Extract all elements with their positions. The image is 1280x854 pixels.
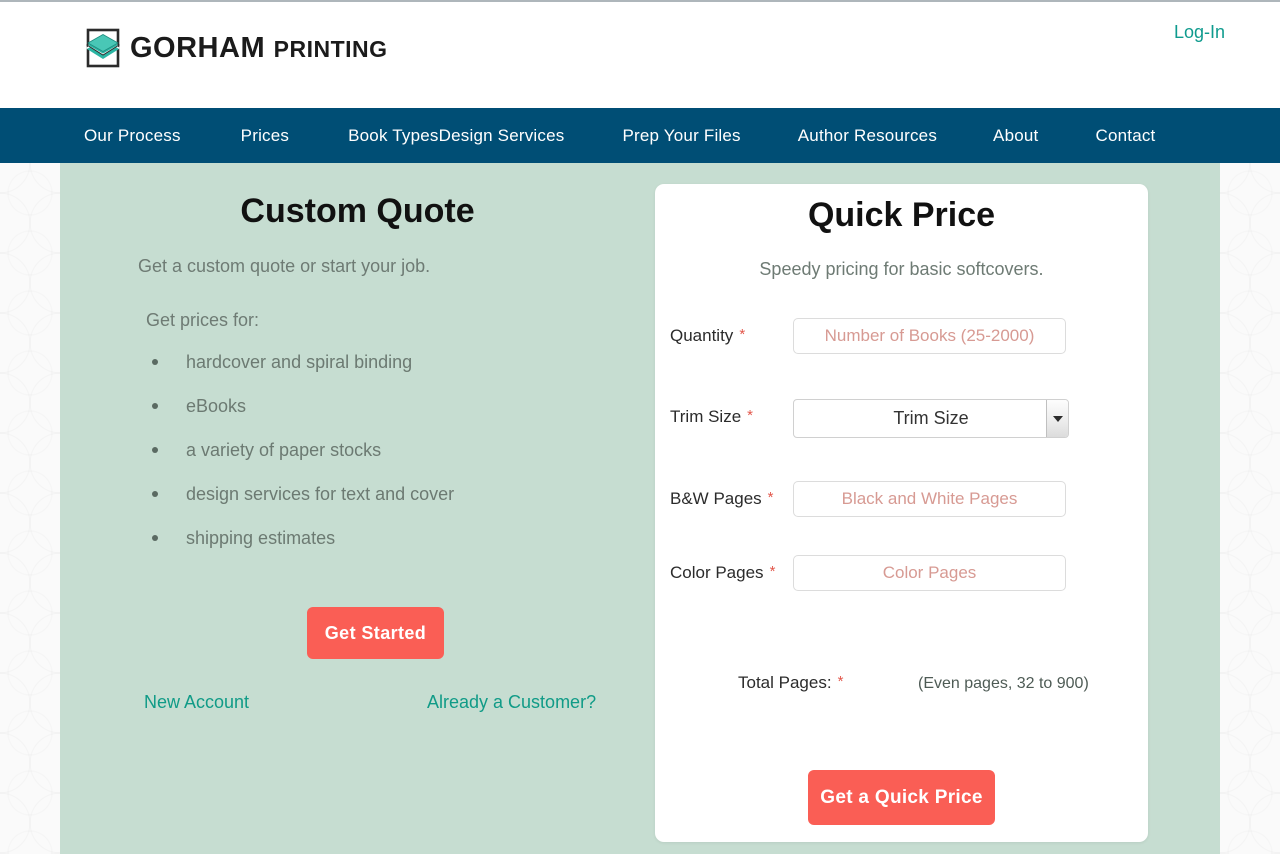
list-item-label: design services for text and cover bbox=[186, 484, 455, 504]
required-asterisk-icon: * bbox=[747, 407, 753, 424]
quick-price-subtitle: Speedy pricing for basic softcovers. bbox=[759, 259, 1044, 279]
nav-item-design-services[interactable]: Design Services bbox=[439, 126, 565, 146]
nav-item-our-process[interactable]: Our Process bbox=[84, 126, 181, 146]
list-item: a variety of paper stocks bbox=[146, 439, 454, 483]
background-pattern-left bbox=[0, 163, 60, 854]
list-item-label: shipping estimates bbox=[186, 528, 336, 548]
required-asterisk-icon: * bbox=[767, 489, 774, 506]
list-item: design services for text and cover bbox=[146, 483, 454, 527]
content-area: Custom Quote Get a custom quote or start… bbox=[60, 163, 1220, 854]
nav-item-about[interactable]: About bbox=[993, 126, 1038, 146]
required-asterisk-icon: * bbox=[739, 326, 746, 343]
get-prices-for-label: Get prices for: bbox=[146, 310, 260, 330]
quick-price-card: Quick Price Speedy pricing for basic sof… bbox=[655, 184, 1148, 842]
background-pattern-right bbox=[1220, 163, 1280, 854]
quantity-input[interactable] bbox=[793, 318, 1066, 354]
bullet-icon bbox=[152, 535, 158, 541]
list-item: eBooks bbox=[146, 395, 454, 439]
page-root: GORHAM PRINTING Log-In Our Process Price… bbox=[0, 0, 1280, 854]
list-item-label: hardcover and spiral binding bbox=[186, 352, 413, 372]
trim-size-select[interactable]: Trim Size bbox=[793, 399, 1069, 438]
required-asterisk-icon: * bbox=[769, 563, 776, 580]
caret-shape bbox=[1052, 415, 1063, 422]
custom-quote-subtitle: Get a custom quote or start your job. bbox=[138, 256, 431, 276]
custom-quote-title: Custom Quote bbox=[240, 192, 475, 230]
site-logo[interactable]: GORHAM PRINTING bbox=[84, 28, 388, 68]
bullet-icon bbox=[152, 447, 158, 453]
nav-item-author-resources[interactable]: Author Resources bbox=[798, 126, 937, 146]
logo-word-printing: PRINTING bbox=[273, 35, 388, 62]
total-pages-row: Total Pages: * (Even pages, 32 to 900) bbox=[655, 669, 1148, 699]
trim-size-row: Trim Size * Trim Size bbox=[655, 399, 1148, 439]
required-asterisk-icon: * bbox=[837, 673, 844, 690]
logo-wordmark: GORHAM PRINTING bbox=[130, 31, 388, 64]
trim-size-label: Trim Size * bbox=[670, 407, 753, 426]
color-pages-label: Color Pages * bbox=[670, 563, 776, 582]
total-pages-hint: (Even pages, 32 to 900) bbox=[918, 675, 1089, 692]
features-list: hardcover and spiral binding eBooks a va… bbox=[146, 351, 454, 571]
bw-pages-row: B&W Pages * bbox=[655, 481, 1148, 521]
color-pages-input[interactable] bbox=[793, 555, 1066, 591]
bullet-icon bbox=[152, 359, 158, 365]
get-a-quick-price-button[interactable]: Get a Quick Price bbox=[808, 770, 995, 825]
quick-price-title: Quick Price bbox=[807, 196, 996, 234]
nav-items-container: Our Process Prices Book Types Design Ser… bbox=[84, 126, 1155, 146]
chevron-down-icon[interactable] bbox=[1046, 400, 1068, 437]
login-link[interactable]: Log-In bbox=[1174, 22, 1225, 43]
list-item-label: eBooks bbox=[186, 396, 247, 416]
nav-item-prep-your-files[interactable]: Prep Your Files bbox=[622, 126, 740, 146]
bw-pages-input[interactable] bbox=[793, 481, 1066, 517]
main-navigation: Our Process Prices Book Types Design Ser… bbox=[0, 108, 1280, 163]
color-pages-row: Color Pages * bbox=[655, 555, 1148, 595]
trim-size-select-wrapper: Trim Size bbox=[793, 399, 1069, 438]
custom-quote-section: Custom Quote Get a custom quote or start… bbox=[60, 163, 655, 854]
list-item-label: a variety of paper stocks bbox=[186, 440, 382, 460]
list-item: shipping estimates bbox=[146, 527, 454, 571]
book-stack-icon bbox=[84, 28, 122, 68]
bullet-icon bbox=[152, 491, 158, 497]
total-pages-label: Total Pages: * bbox=[738, 673, 844, 692]
get-started-button[interactable]: Get Started bbox=[307, 607, 444, 659]
site-header: GORHAM PRINTING Log-In bbox=[0, 2, 1280, 108]
bullet-icon bbox=[152, 403, 158, 409]
nav-item-prices[interactable]: Prices bbox=[241, 126, 289, 146]
nav-item-book-types[interactable]: Book Types bbox=[348, 126, 439, 146]
bw-pages-label: B&W Pages * bbox=[670, 489, 774, 508]
list-item: hardcover and spiral binding bbox=[146, 351, 454, 395]
quantity-label: Quantity * bbox=[670, 326, 746, 345]
nav-item-contact[interactable]: Contact bbox=[1095, 126, 1155, 146]
logo-word-gorham: GORHAM bbox=[130, 31, 266, 64]
new-account-link[interactable]: New Account bbox=[144, 692, 249, 713]
quantity-row: Quantity * bbox=[655, 318, 1148, 358]
already-a-customer-link[interactable]: Already a Customer? bbox=[427, 692, 596, 713]
